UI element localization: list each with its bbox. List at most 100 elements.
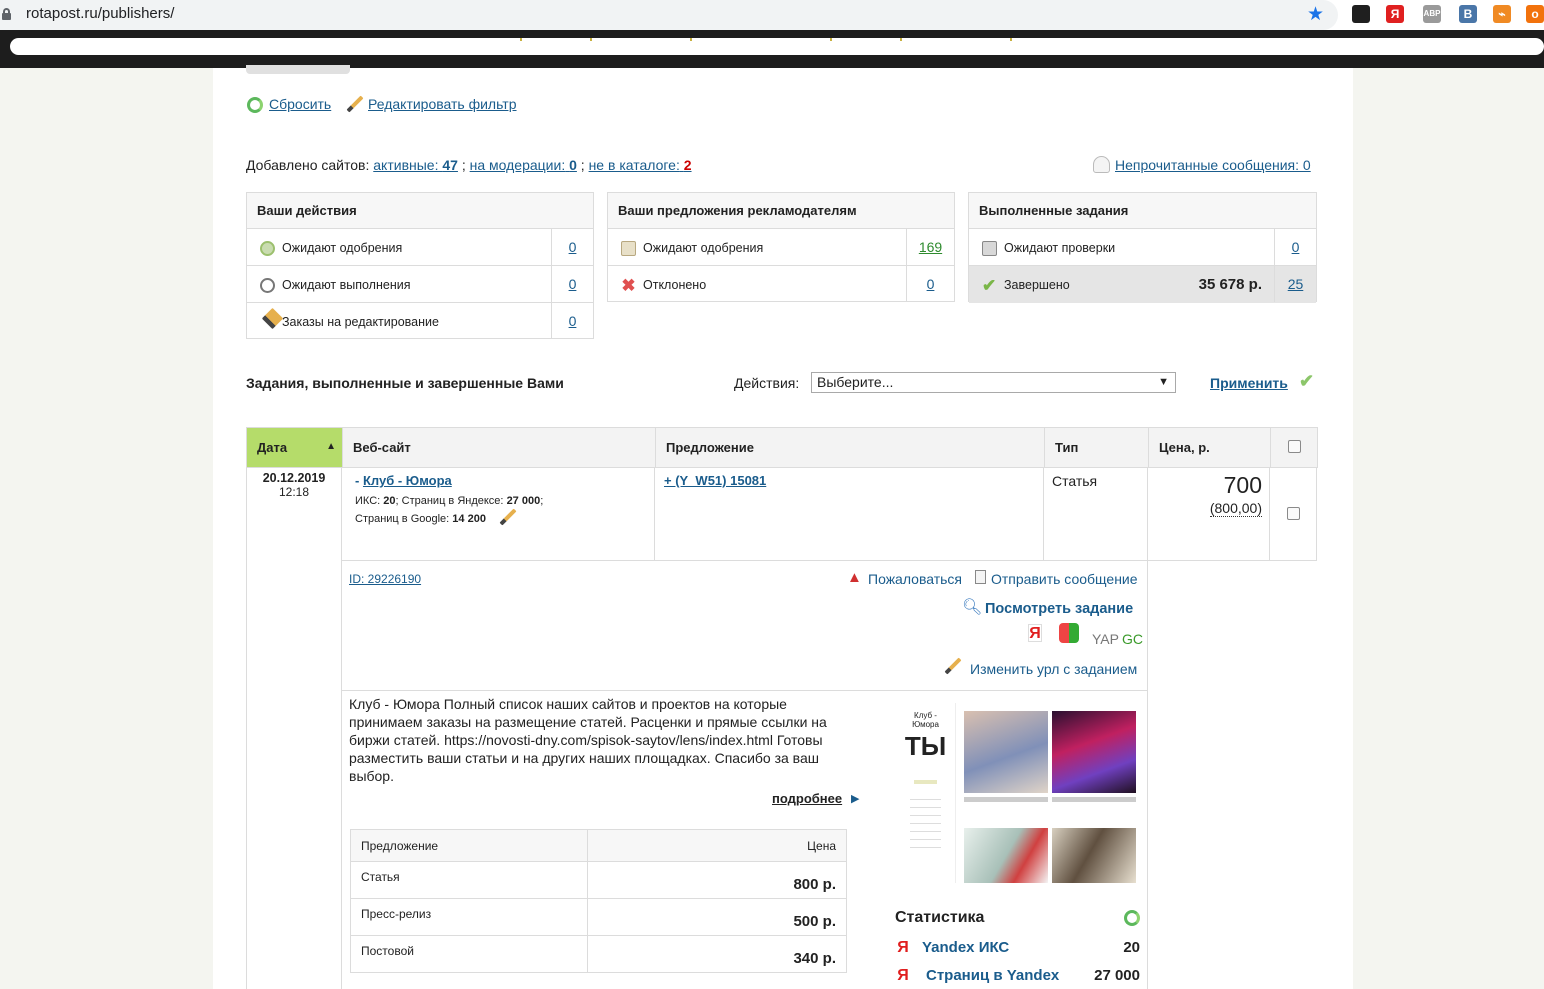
edit-pencil-icon[interactable]: [499, 508, 517, 526]
task-id-link[interactable]: ID: 29226190: [349, 572, 421, 586]
change-url-link[interactable]: Изменить урл с заданием: [970, 661, 1137, 677]
google-icon[interactable]: [1059, 623, 1079, 643]
refresh-stats-icon[interactable]: [1124, 910, 1140, 926]
moderation-count: 0: [569, 157, 577, 173]
lock-icon: [2, 8, 11, 20]
row-count-link[interactable]: 25: [1274, 266, 1316, 302]
row-checkbox[interactable]: [1287, 507, 1300, 520]
price-offer: Постовой: [350, 935, 588, 973]
address-bar[interactable]: rotapost.ru/publishers/ ★: [0, 0, 1338, 30]
row-label: Ожидают выполнения: [282, 278, 411, 292]
iks-label: ИКС:: [355, 495, 381, 507]
actions-row-awaiting-approval: Ожидают одобрения 0: [247, 229, 593, 266]
actions-select[interactable]: Выберите... ▼: [811, 372, 1176, 393]
row-label: Отклонено: [643, 278, 707, 292]
done-row-completed: ✔ Завершено 35 678 р. 25: [969, 266, 1316, 303]
site-name-link[interactable]: Клуб - Юмора: [363, 473, 452, 488]
ok-extension-icon[interactable]: о: [1526, 5, 1544, 23]
row-count-link[interactable]: 0: [1274, 229, 1316, 265]
reset-filter-link[interactable]: Сбросить: [269, 96, 331, 112]
screenshot-photo: [1052, 711, 1136, 793]
warning-icon: ▲: [847, 569, 862, 586]
site-screenshot[interactable]: Клуб - Юмора ТЫ: [896, 703, 1141, 883]
row-label: Ожидают одобрения: [643, 241, 764, 255]
site-metrics: ИКС: 20; Страниц в Яндексе: 27 000;: [355, 495, 543, 507]
completed-tasks-box: Выполненные задания Ожидают проверки 0 ✔…: [968, 192, 1317, 303]
view-task-link[interactable]: Посмотреть задание: [985, 601, 1133, 617]
pencil-icon: [261, 307, 284, 330]
stat-label-link[interactable]: Yandex ИКС: [922, 939, 1009, 956]
select-all-header: [1270, 427, 1318, 468]
price-cell: 700 (800,00): [1148, 467, 1270, 561]
not-in-catalog-label: не в каталоге:: [588, 157, 680, 173]
task-price-old: (800,00): [1209, 500, 1262, 517]
date-header[interactable]: Дата ▲: [246, 427, 343, 468]
separator: ;: [580, 157, 585, 173]
row-count-link[interactable]: 0: [551, 266, 593, 302]
bookmark-marker: [1010, 38, 1012, 41]
row-count-link[interactable]: 0: [906, 266, 954, 302]
screenshot-bar: [914, 780, 937, 784]
screenshot-photo: [964, 711, 1048, 793]
yandex-icon[interactable]: Я: [1028, 624, 1042, 642]
select-value: Выберите...: [817, 374, 894, 390]
price-offer: Статья: [350, 861, 588, 899]
more-link[interactable]: подробнее: [772, 791, 842, 806]
yandex-pages-label: ; Страниц в Яндексе:: [395, 495, 504, 507]
stat-label-link[interactable]: Страниц в Yandex: [926, 967, 1059, 984]
price-value: 340 р.: [587, 935, 847, 973]
gc-label[interactable]: GC: [1122, 631, 1143, 647]
type-cell: Статья: [1044, 467, 1148, 561]
edit-filter-link[interactable]: Редактировать фильтр: [368, 96, 517, 112]
separator: ;: [540, 495, 544, 507]
url-text[interactable]: rotapost.ru/publishers/: [26, 5, 174, 22]
row-count-link[interactable]: 0: [551, 229, 593, 265]
website-header[interactable]: Веб-сайт: [342, 427, 656, 468]
offers-row-rejected: ✖ Отклонено 0: [608, 266, 954, 303]
bookmark-star-icon[interactable]: ★: [1307, 3, 1324, 26]
apply-button[interactable]: Применить: [1210, 375, 1288, 391]
dropdown-arrow-icon: ▼: [1158, 376, 1169, 388]
yap-label[interactable]: YAP: [1092, 631, 1119, 647]
row-select-cell: [1270, 467, 1317, 561]
row-count-link[interactable]: 0: [551, 303, 593, 339]
price-offer: Пресс-релиз: [350, 898, 588, 936]
adblock-extension-icon[interactable]: ABP: [1423, 5, 1441, 23]
rss-extension-icon[interactable]: ⌁: [1493, 5, 1511, 23]
actions-label: Действия:: [734, 375, 800, 391]
pencil-icon: [944, 657, 962, 675]
row-count-link[interactable]: 169: [906, 229, 954, 265]
screenshot-caption: [964, 797, 1048, 802]
price-header[interactable]: Цена, р.: [1148, 427, 1271, 468]
offer-header[interactable]: Предложение: [655, 427, 1045, 468]
offers-row-awaiting-approval: Ожидают одобрения 169: [608, 229, 954, 266]
filter-tag: [246, 65, 350, 74]
document-icon: [975, 570, 986, 584]
bookmark-marker: [690, 38, 692, 41]
price-table: Предложение Цена Статья 800 р. Пресс-рел…: [350, 829, 847, 973]
offer-link[interactable]: + (Y_W51) 15081: [664, 473, 766, 488]
yandex-extension-icon[interactable]: Я: [1386, 5, 1404, 23]
vk-extension-icon[interactable]: B: [1459, 5, 1477, 23]
moderation-link[interactable]: на модерации: 0: [470, 157, 577, 173]
bookmarks-strip[interactable]: [10, 38, 1544, 55]
active-sites-link[interactable]: активные: 47: [373, 157, 458, 173]
complain-link[interactable]: Пожаловаться: [868, 571, 962, 587]
price-value: 500 р.: [587, 898, 847, 936]
unread-messages-link[interactable]: Непрочитанные сообщения: 0: [1115, 157, 1311, 173]
extension-1-icon[interactable]: [1352, 5, 1370, 23]
select-all-checkbox[interactable]: [1287, 439, 1301, 453]
send-message-link[interactable]: Отправить сообщение: [991, 571, 1138, 587]
not-in-catalog-link[interactable]: не в каталоге: 2: [589, 157, 692, 173]
your-offers-box: Ваши предложения рекламодателям Ожидают …: [607, 192, 955, 302]
stat-value: 27 000: [1094, 967, 1140, 984]
plus-circle-icon: [260, 241, 275, 256]
task-price: 700: [1223, 472, 1262, 498]
sites-prefix: Добавлено сайтов:: [246, 157, 370, 173]
done-row-awaiting-check: Ожидают проверки 0: [969, 229, 1316, 266]
type-header[interactable]: Тип: [1044, 427, 1149, 468]
refresh-icon[interactable]: [247, 97, 263, 113]
task-time: 12:18: [278, 485, 310, 499]
pencil-icon: [346, 95, 364, 113]
google-pages-value: 14 200: [452, 513, 486, 525]
